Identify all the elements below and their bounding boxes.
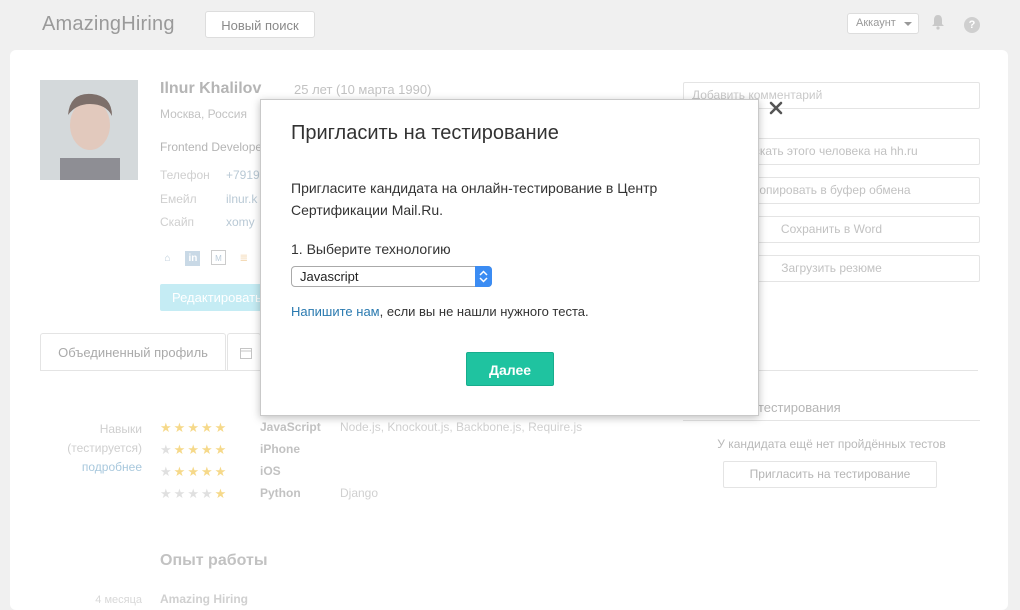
modal-description: Пригласите кандидата на онлайн-тестирова… xyxy=(291,180,658,218)
help-line: Напишите нам, если вы не нашли нужного т… xyxy=(291,304,589,319)
step-label: 1. Выберите технологию xyxy=(291,241,451,257)
invite-modal: Пригласить на тестирование Пригласите ка… xyxy=(260,99,759,416)
close-icon[interactable] xyxy=(768,100,784,116)
select-arrows-icon xyxy=(475,266,492,287)
modal-title: Пригласить на тестирование xyxy=(291,122,559,144)
technology-select-value: Javascript xyxy=(300,269,359,284)
help-line-text: , если вы не нашли нужного теста. xyxy=(379,304,589,319)
contact-us-link[interactable]: Напишите нам xyxy=(291,304,380,319)
next-button[interactable]: Далее xyxy=(466,352,554,386)
technology-select[interactable]: Javascript xyxy=(291,266,492,287)
